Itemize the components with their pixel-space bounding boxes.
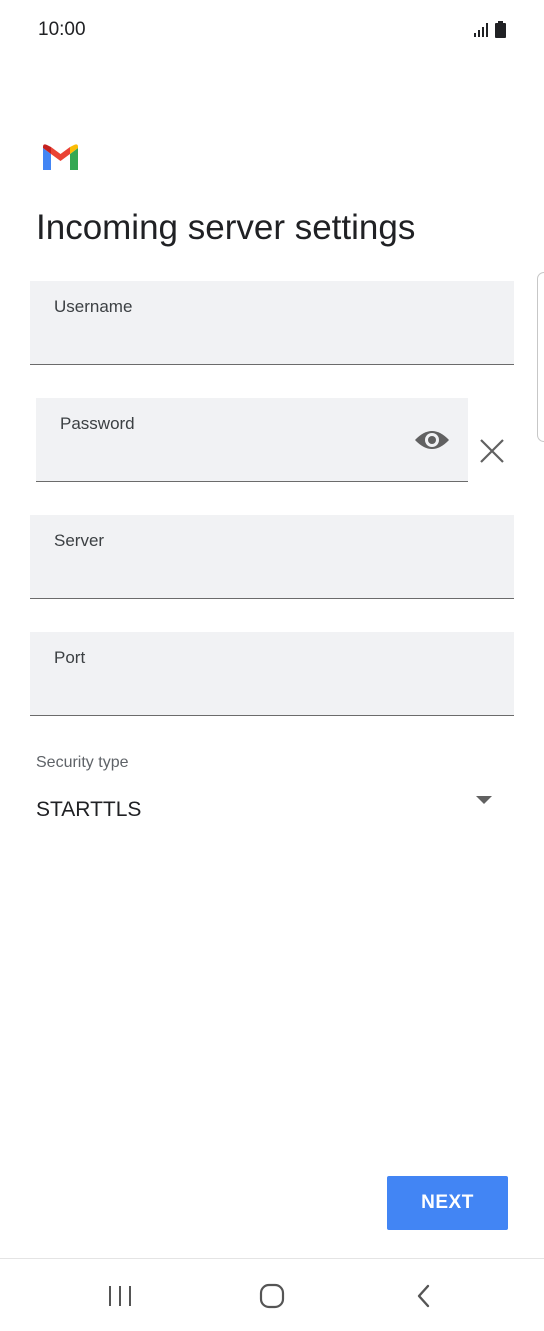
username-label: Username xyxy=(54,297,133,316)
username-field[interactable]: Username xyxy=(30,281,514,365)
clock: 10:00 xyxy=(38,19,86,40)
next-button[interactable]: NEXT xyxy=(387,1176,508,1230)
username-input[interactable] xyxy=(54,336,442,356)
server-input[interactable] xyxy=(54,570,442,590)
port-label: Port xyxy=(54,648,86,667)
page-title: Incoming server settings xyxy=(36,208,416,247)
status-bar: 10:00 xyxy=(0,0,544,60)
home-icon[interactable] xyxy=(259,1283,285,1309)
back-icon[interactable] xyxy=(414,1283,434,1309)
security-type-dropdown[interactable]: STARTTLS xyxy=(36,790,496,830)
dropdown-arrow-icon xyxy=(476,796,492,804)
server-field[interactable]: Server xyxy=(30,515,514,599)
signal-icon xyxy=(474,23,488,37)
close-icon[interactable] xyxy=(478,437,506,465)
server-label: Server xyxy=(54,531,105,550)
recent-apps-icon[interactable] xyxy=(108,1285,132,1307)
port-field[interactable]: Port xyxy=(30,632,514,716)
port-input[interactable] xyxy=(54,687,442,707)
security-type-value: STARTTLS xyxy=(36,798,142,821)
battery-icon xyxy=(495,21,506,38)
password-label: Password xyxy=(60,414,135,433)
edge-panel-handle[interactable] xyxy=(537,272,544,442)
password-input[interactable] xyxy=(60,453,363,473)
password-field[interactable]: Password xyxy=(36,398,468,482)
gmail-logo xyxy=(43,144,78,170)
eye-icon[interactable] xyxy=(414,426,450,454)
navigation-bar xyxy=(0,1258,544,1331)
security-type-label: Security type xyxy=(36,754,129,771)
